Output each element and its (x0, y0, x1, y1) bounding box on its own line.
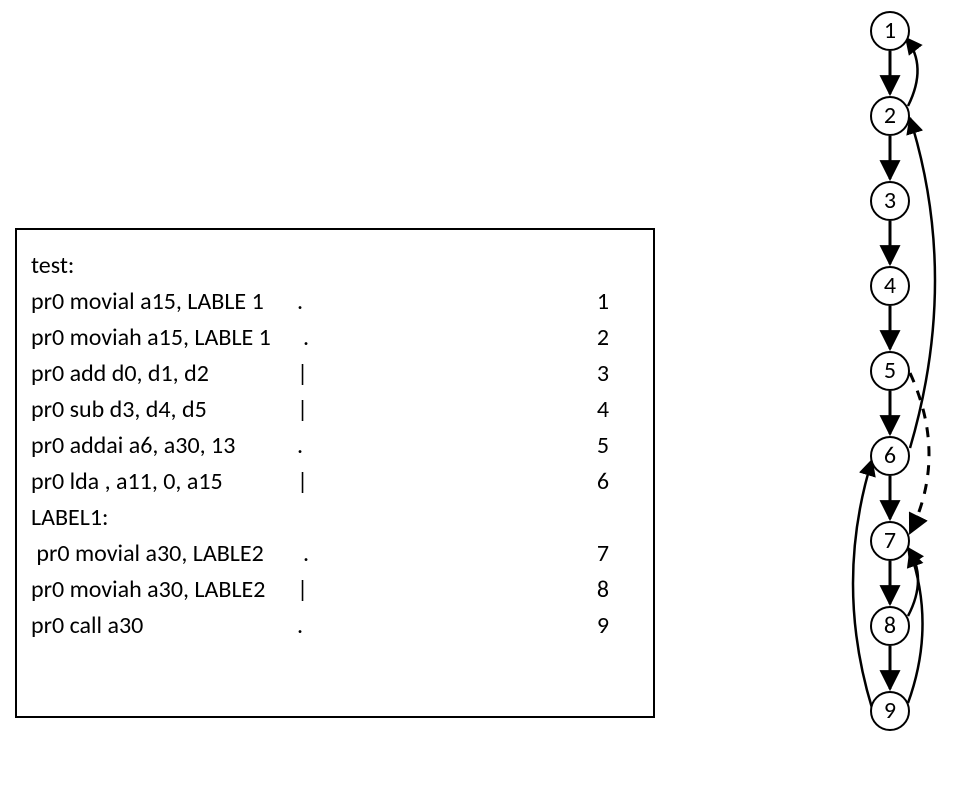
graph-node-1: 1 (870, 11, 910, 51)
line-number: 6 (597, 464, 639, 500)
code-line: pr0 moviah a15, LABLE 1 . 2 (31, 320, 639, 356)
delimiter: | (291, 392, 308, 428)
code-line: pr0 sub d3, d4, d5 | 4 (31, 392, 639, 428)
label-test: test: (31, 248, 639, 284)
line-number: 5 (597, 428, 639, 464)
asm-text: pr0 addai a6, a30, 13 (31, 428, 291, 464)
delimiter: | (291, 572, 308, 608)
code-line: pr0 add d0, d1, d2 | 3 (31, 356, 639, 392)
asm-text: pr0 add d0, d1, d2 (31, 356, 291, 392)
graph-node-2: 2 (870, 96, 910, 136)
delimiter: . (291, 608, 303, 644)
code-line: pr0 movial a15, LABLE 1 . 1 (31, 284, 639, 320)
graph-node-8: 8 (870, 606, 910, 646)
delimiter: . (291, 284, 321, 320)
line-number: 4 (597, 392, 639, 428)
graph-node-6: 6 (870, 436, 910, 476)
code-line: pr0 call a30 . 9 (31, 608, 639, 644)
dependency-graph: 1 2 3 4 5 6 7 8 9 (820, 8, 960, 788)
code-line: pr0 addai a6, a30, 13 . 5 (31, 428, 639, 464)
asm-text: pr0 sub d3, d4, d5 (31, 392, 291, 428)
graph-node-3: 3 (870, 181, 910, 221)
delimiter: | (291, 464, 308, 500)
graph-node-7: 7 (870, 521, 910, 561)
code-line: pr0 movial a30, LABLE2 . 7 (31, 536, 639, 572)
assembly-code-box: test: pr0 movial a15, LABLE 1 . 1 pr0 mo… (15, 228, 655, 718)
graph-node-9: 9 (870, 691, 910, 731)
asm-text: pr0 moviah a15, LABLE 1 (31, 320, 297, 356)
delimiter: . (297, 320, 309, 356)
delimiter: | (291, 356, 308, 392)
line-number: 3 (597, 356, 639, 392)
delimiter: . (291, 428, 303, 464)
asm-text: pr0 movial a30, LABLE2 (31, 536, 297, 572)
code-line: pr0 moviah a30, LABLE2 | 8 (31, 572, 639, 608)
line-number: 8 (597, 572, 639, 608)
code-line: pr0 lda , a11, 0, a15 | 6 (31, 464, 639, 500)
label-label1: LABEL1: (31, 500, 639, 536)
graph-node-4: 4 (870, 266, 910, 306)
line-number: 2 (597, 320, 639, 356)
asm-text: pr0 call a30 (31, 608, 291, 644)
line-number: 9 (597, 608, 639, 644)
asm-text: pr0 movial a15, LABLE 1 (31, 284, 291, 320)
line-number: 7 (597, 536, 639, 572)
line-number: 1 (597, 284, 639, 320)
asm-text: pr0 moviah a30, LABLE2 (31, 572, 291, 608)
delimiter: . (297, 536, 309, 572)
asm-text: pr0 lda , a11, 0, a15 (31, 464, 291, 500)
graph-node-5: 5 (870, 351, 910, 391)
